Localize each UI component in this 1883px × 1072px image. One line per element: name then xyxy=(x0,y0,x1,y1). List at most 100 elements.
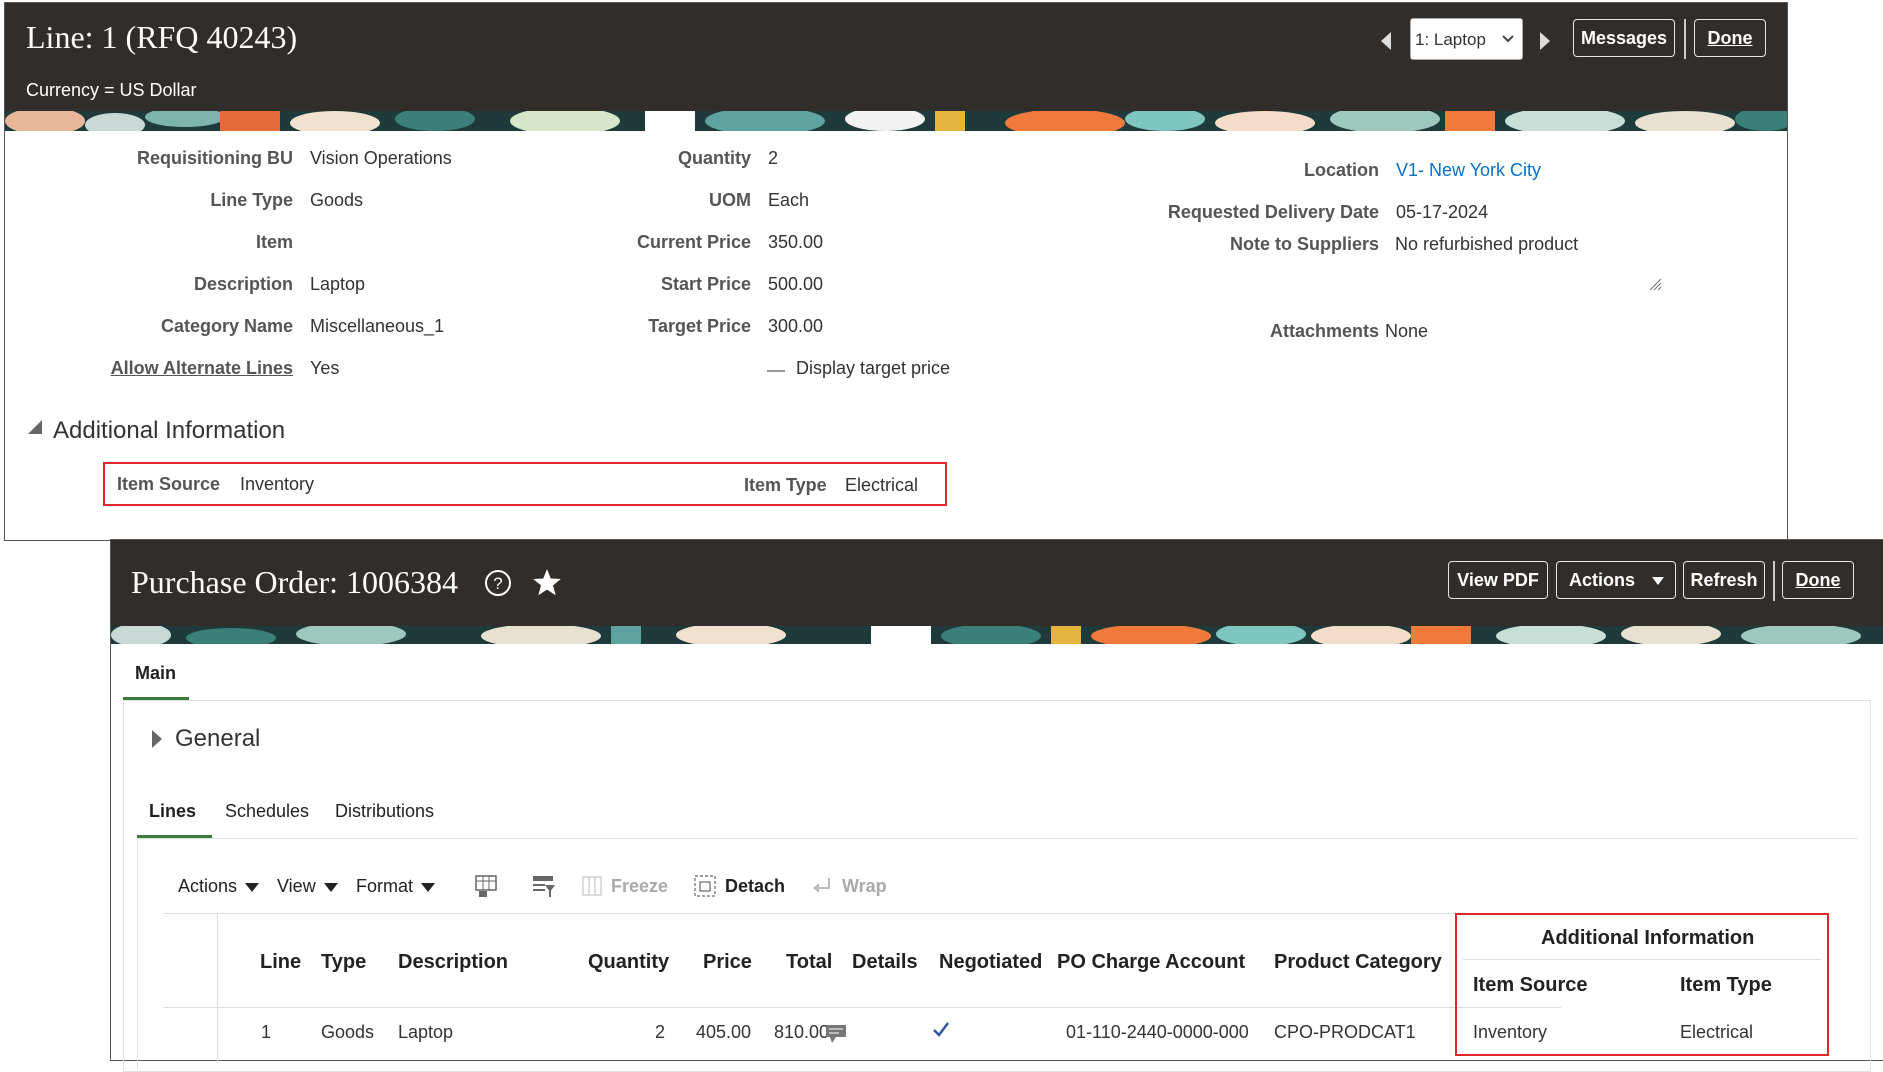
item-type-value: Electrical xyxy=(845,475,919,495)
start-price-value: 500.00 xyxy=(768,274,824,294)
tab-schedules[interactable]: Schedules xyxy=(225,801,309,822)
column-header-item-source[interactable]: Item Source xyxy=(1473,974,1587,997)
detach-icon[interactable] xyxy=(693,874,717,903)
actions-menu-button[interactable]: Actions xyxy=(1556,561,1676,599)
column-group-additional-information: Additional Information xyxy=(1541,927,1755,949)
view-pdf-button[interactable]: View PDF xyxy=(1448,561,1548,599)
additional-information-heading: Additional Information xyxy=(53,417,286,444)
po-page-title: Purchase Order: 1006384 xyxy=(131,564,459,600)
uom-value: Each xyxy=(768,190,810,210)
tab-lines[interactable]: Lines xyxy=(137,795,212,838)
filter-table-icon[interactable] xyxy=(531,873,557,904)
display-target-price-checkbox[interactable] xyxy=(767,370,785,372)
caret-down-icon xyxy=(421,882,436,892)
expand-triangle-icon[interactable] xyxy=(151,729,163,754)
table-header-top-line xyxy=(164,913,1561,914)
svg-text:?: ? xyxy=(493,574,502,593)
tab-distributions[interactable]: Distributions xyxy=(335,801,434,822)
display-target-price-label: Display target price xyxy=(796,358,951,378)
note-to-suppliers-value: No refurbished product xyxy=(1395,234,1579,254)
line-type-label: Line Type xyxy=(210,190,293,210)
freeze-icon xyxy=(581,875,603,902)
column-header-po-charge-account[interactable]: PO Charge Account xyxy=(1057,951,1245,974)
cell-line: 1 xyxy=(261,1022,272,1042)
column-header-price[interactable]: Price xyxy=(703,951,752,974)
category-name-value: Miscellaneous_1 xyxy=(310,316,445,336)
toolbar-actions-menu[interactable]: Actions xyxy=(178,876,260,897)
caret-down-icon xyxy=(1651,570,1665,591)
wrap-icon xyxy=(811,875,833,902)
column-header-item-type[interactable]: Item Type xyxy=(1680,974,1772,997)
page-title: Line: 1 (RFQ 40243) xyxy=(26,19,298,55)
messages-button[interactable]: Messages xyxy=(1573,19,1675,57)
caret-down-icon xyxy=(323,882,338,892)
column-header-total[interactable]: Total xyxy=(786,951,832,974)
current-price-value: 350.00 xyxy=(768,232,824,252)
allow-alternate-lines-label[interactable]: Allow Alternate Lines xyxy=(111,358,293,379)
cell-item-type: Electrical xyxy=(1680,1022,1754,1042)
requisitioning-bu-value: Vision Operations xyxy=(310,148,452,168)
help-icon[interactable]: ? xyxy=(484,569,512,602)
caret-down-icon xyxy=(245,882,260,892)
item-source-label: Item Source xyxy=(117,474,221,494)
column-header-details[interactable]: Details xyxy=(852,951,918,974)
quantity-value: 2 xyxy=(768,148,779,168)
note-to-suppliers-textarea[interactable]: No refurbished product xyxy=(1390,228,1666,300)
attachments-value: None xyxy=(1385,321,1429,341)
table-header-bottom-line xyxy=(164,1007,1561,1008)
item-type-label: Item Type xyxy=(744,475,827,495)
item-label: Item xyxy=(255,232,293,252)
cell-quantity: 2 xyxy=(655,1022,666,1042)
column-header-type[interactable]: Type xyxy=(321,951,366,974)
tab-main-label: Main xyxy=(135,663,177,683)
cell-product-category: CPO-PRODCAT1 xyxy=(1274,1022,1416,1042)
location-label: Location xyxy=(1304,160,1379,180)
po-header-divider xyxy=(1773,561,1775,601)
column-header-description[interactable]: Description xyxy=(398,951,508,974)
actions-menu-label: Actions xyxy=(1569,569,1636,590)
row-selector-column xyxy=(217,913,218,1063)
description-label: Description xyxy=(193,274,293,294)
item-source-value: Inventory xyxy=(240,474,315,494)
po-done-button[interactable]: Done xyxy=(1782,561,1854,599)
decorative-banner xyxy=(5,111,1787,131)
toolbar-format-menu[interactable]: Format xyxy=(356,876,436,897)
query-by-example-icon[interactable] xyxy=(473,873,499,904)
cell-po-charge-account: 01-110-2440-0000-000 xyxy=(1066,1022,1249,1042)
collapse-triangle-icon[interactable] xyxy=(27,419,43,440)
general-section-heading[interactable]: General xyxy=(175,725,260,753)
done-button[interactable]: Done xyxy=(1694,19,1766,57)
column-header-line[interactable]: Line xyxy=(260,951,301,974)
column-group-divider xyxy=(1463,959,1821,960)
resize-handle-icon[interactable] xyxy=(1648,277,1662,296)
note-to-suppliers-label: Note to Suppliers xyxy=(1229,234,1379,254)
freeze-button: Freeze xyxy=(611,876,669,896)
cell-item-source: Inventory xyxy=(1473,1022,1548,1042)
current-price-label: Current Price xyxy=(636,232,751,252)
tab-main[interactable]: Main xyxy=(123,657,189,700)
detach-button[interactable]: Detach xyxy=(725,876,785,897)
quantity-label: Quantity xyxy=(677,148,751,168)
toolbar-view-menu[interactable]: View xyxy=(277,876,338,897)
line-select[interactable]: 1: Laptop xyxy=(1410,18,1523,60)
tab-lines-label: Lines xyxy=(149,801,197,821)
line-type-value: Goods xyxy=(310,190,364,210)
line-select-value: 1: Laptop xyxy=(1415,30,1486,49)
requested-delivery-date-value: 05-17-2024 xyxy=(1396,202,1489,222)
details-icon[interactable] xyxy=(824,1023,850,1050)
column-header-quantity[interactable]: Quantity xyxy=(588,951,669,974)
toolbar-format-label: Format xyxy=(356,876,414,896)
previous-line-icon[interactable] xyxy=(1379,30,1393,57)
po-decorative-banner xyxy=(111,626,1883,644)
cell-type: Goods xyxy=(321,1022,375,1042)
requested-delivery-date-label: Requested Delivery Date xyxy=(1167,202,1379,222)
refresh-button[interactable]: Refresh xyxy=(1683,561,1765,599)
favorite-star-icon[interactable] xyxy=(531,567,563,604)
next-line-icon[interactable] xyxy=(1538,30,1552,57)
column-header-negotiated[interactable]: Negotiated xyxy=(939,951,1042,974)
line-header: Line: 1 (RFQ 40243) Currency = US Dollar… xyxy=(5,3,1787,111)
location-link[interactable]: V1- New York City xyxy=(1396,160,1541,181)
column-header-product-category[interactable]: Product Category xyxy=(1274,951,1442,974)
header-divider xyxy=(1684,19,1686,59)
toolbar-actions-label: Actions xyxy=(178,876,238,896)
